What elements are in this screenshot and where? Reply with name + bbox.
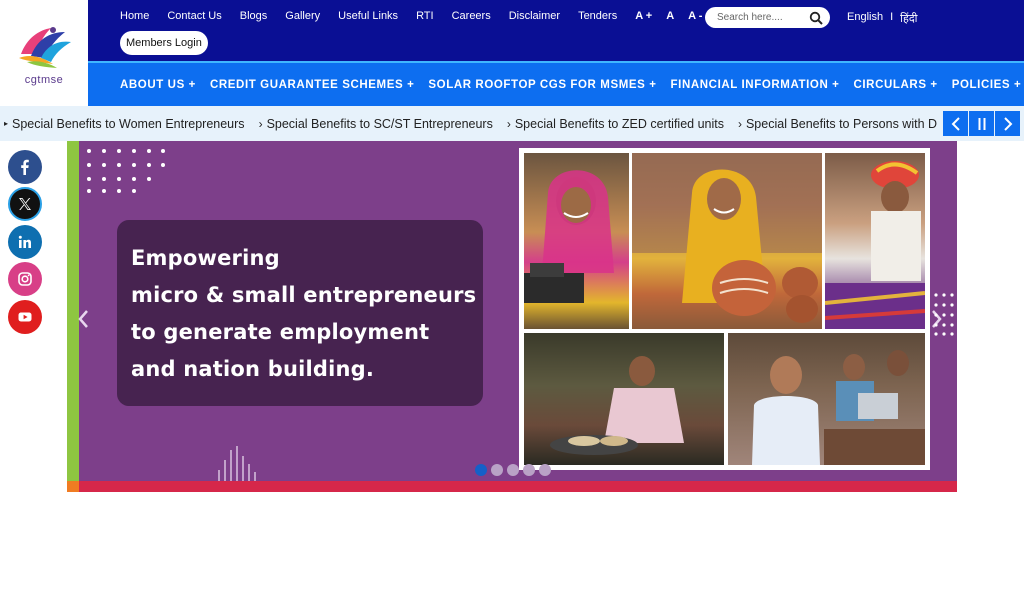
photo-man-weaving	[825, 153, 925, 329]
slider-indicators	[475, 464, 551, 476]
pause-icon	[978, 117, 985, 130]
news-ticker: ▸ Special Benefits to Women Entrepreneurs…	[0, 106, 1024, 141]
menu-solar-rooftop[interactable]: SOLAR ROOFTOP CGS FOR MSMES +	[428, 79, 656, 91]
youtube-link[interactable]	[8, 300, 42, 334]
members-login-button[interactable]: Members Login	[120, 31, 208, 55]
youtube-icon	[18, 312, 32, 322]
top-link-home[interactable]: Home	[120, 10, 149, 22]
x-link[interactable]	[8, 187, 42, 221]
facebook-icon	[21, 159, 29, 175]
photo-man-cooking	[524, 333, 724, 465]
ticker-controls	[943, 111, 1020, 136]
x-icon	[19, 198, 31, 210]
slide-indicator-2[interactable]	[491, 464, 503, 476]
slider-prev-button[interactable]	[77, 309, 89, 335]
top-bar: Home Contact Us Blogs Gallery Useful Lin…	[88, 0, 1024, 61]
menu-credit-guarantee-schemes[interactable]: CREDIT GUARANTEE SCHEMES +	[210, 79, 414, 91]
banner-line-2: micro & small entrepreneurs	[131, 283, 477, 307]
ticker-item[interactable]: › Special Benefits to Persons with D	[738, 117, 937, 131]
ticker-arrow-icon: ▸	[4, 119, 9, 128]
top-link-careers[interactable]: Careers	[452, 10, 491, 22]
chevron-left-icon	[951, 116, 960, 131]
ticker-item[interactable]: › Special Benefits to SC/ST Entrepreneurs	[259, 117, 493, 131]
top-links: Home Contact Us Blogs Gallery Useful Lin…	[120, 10, 752, 22]
top-link-blogs[interactable]: Blogs	[240, 10, 268, 22]
bird-logo-icon	[19, 27, 71, 68]
slide-indicator-1[interactable]	[475, 464, 487, 476]
top-link-contact-us[interactable]: Contact Us	[167, 10, 221, 22]
ticker-item-text: Special Benefits to Persons with D	[745, 116, 938, 131]
language-switcher: English I हिंदी	[847, 11, 918, 26]
banner-message-box: Empowering micro & small entrepreneurs t…	[117, 220, 483, 406]
decorative-bars	[218, 446, 256, 482]
facebook-link[interactable]	[8, 150, 42, 184]
slide-indicator-3[interactable]	[507, 464, 519, 476]
ticker-track: ▸ Special Benefits to Women Entrepreneurs…	[4, 106, 944, 141]
slide-indicator-4[interactable]	[523, 464, 535, 476]
ticker-item[interactable]: › Special Benefits to ZED certified units	[507, 117, 724, 131]
instagram-icon	[18, 272, 32, 286]
menu-about-us[interactable]: ABOUT US +	[120, 79, 196, 91]
banner-bottom-accent	[67, 481, 79, 492]
cgtmse-logo[interactable]: cgtmse	[0, 0, 88, 106]
decorative-dots	[87, 149, 165, 193]
photo-woman-pottery	[632, 153, 822, 329]
top-link-gallery[interactable]: Gallery	[285, 10, 320, 22]
photo-young-entrepreneurs	[728, 333, 925, 465]
top-link-useful-links[interactable]: Useful Links	[338, 10, 398, 22]
ticker-item-text: Special Benefits to Women Entrepreneurs	[12, 116, 245, 131]
search-box	[705, 7, 830, 28]
chevron-left-icon	[78, 310, 88, 328]
main-menu: ABOUT US + CREDIT GUARANTEE SCHEMES + SO…	[88, 61, 1024, 106]
font-normal-button[interactable]: A	[666, 10, 674, 22]
lang-separator: I	[890, 11, 894, 23]
banner-line-1: Empowering	[131, 246, 280, 270]
top-link-disclaimer[interactable]: Disclaimer	[509, 10, 560, 22]
banner-line-4: and nation building.	[131, 357, 375, 381]
ticker-item-text: Special Benefits to ZED certified units	[514, 116, 724, 131]
top-link-tenders[interactable]: Tenders	[578, 10, 617, 22]
hero-banner: Empowering micro & small entrepreneurs t…	[67, 141, 957, 492]
ticker-item-text: Special Benefits to SC/ST Entrepreneurs	[266, 116, 493, 131]
linkedin-icon	[18, 235, 31, 248]
menu-financial-information[interactable]: FINANCIAL INFORMATION +	[671, 79, 840, 91]
instagram-link[interactable]	[8, 262, 42, 296]
ticker-pause-button[interactable]	[969, 111, 994, 136]
font-decrease-button[interactable]: A -	[688, 10, 702, 22]
search-icon[interactable]	[809, 11, 823, 25]
banner-bottom-stripe	[67, 481, 957, 492]
chevron-right-icon: ›	[258, 116, 263, 131]
ticker-item[interactable]: ▸ Special Benefits to Women Entrepreneurs	[4, 117, 245, 131]
page: cgtmse Home Contact Us Blogs Gallery Use…	[0, 0, 1024, 600]
decorative-dots-right	[934, 293, 954, 336]
ticker-next-button[interactable]	[995, 111, 1020, 136]
chevron-right-icon: ›	[737, 116, 742, 131]
linkedin-link[interactable]	[8, 225, 42, 259]
lang-hindi[interactable]: हिंदी	[900, 11, 917, 26]
banner-line-3: to generate employment	[131, 320, 430, 344]
lang-english[interactable]: English	[847, 11, 883, 26]
search-input[interactable]	[717, 12, 805, 23]
top-link-rti[interactable]: RTI	[416, 10, 434, 22]
menu-policies[interactable]: POLICIES +	[952, 79, 1022, 91]
chevron-right-icon	[1003, 116, 1012, 131]
ticker-prev-button[interactable]	[943, 111, 968, 136]
menu-circulars[interactable]: CIRCULARS +	[853, 79, 937, 91]
font-increase-button[interactable]: A +	[635, 10, 652, 22]
photo-woman-sewing	[524, 153, 629, 329]
chevron-right-icon: ›	[506, 116, 511, 131]
slide-indicator-5[interactable]	[539, 464, 551, 476]
photo-collage	[519, 148, 930, 470]
logo-text: cgtmse	[24, 74, 64, 86]
